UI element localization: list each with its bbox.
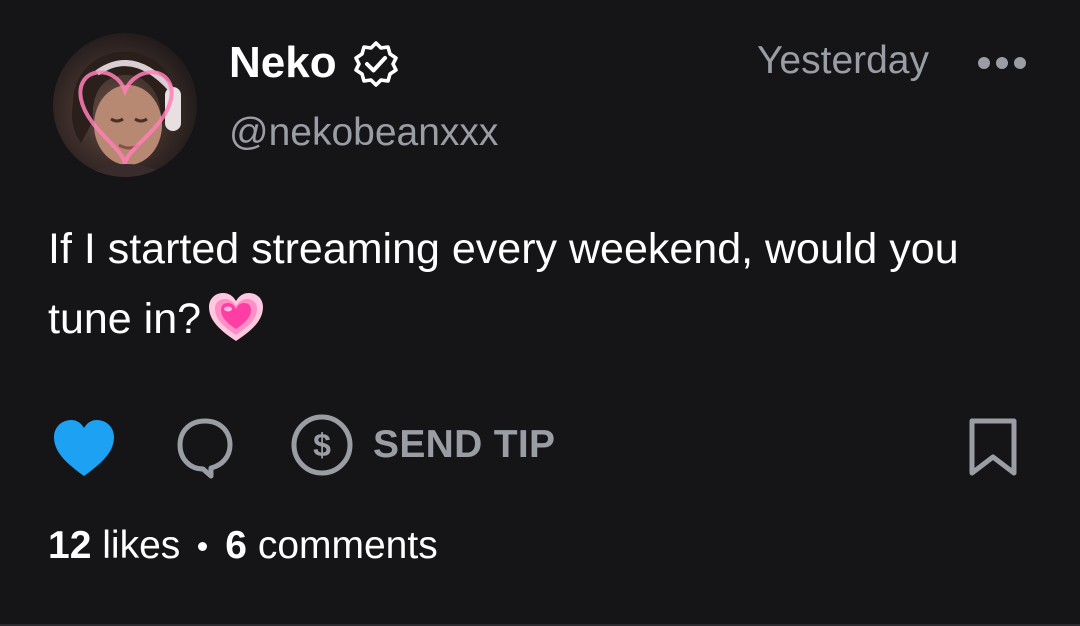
bookmark-icon[interactable] [966,417,1020,477]
send-tip-button[interactable]: $ SEND TIP [290,412,555,478]
more-options-icon[interactable] [976,52,1028,74]
dollar-icon: $ [291,414,353,476]
likes-label[interactable]: likes [102,520,180,572]
svg-text:$: $ [313,427,331,463]
post-timestamp: Yesterday [756,39,929,82]
post-card: Neko @nekobeanxxx Yesterday If I started… [0,0,1080,626]
comments-count[interactable]: 6 [225,520,247,572]
post-text: If I started streaming every weekend, wo… [48,225,959,343]
comment-icon[interactable] [175,416,235,480]
growing-heart-emoji-icon [209,293,264,341]
display-name[interactable]: Neko [229,38,337,88]
post-stats: 12 likes 6 comments [48,520,438,572]
avatar[interactable] [53,33,197,177]
avatar-photo-icon [71,51,181,177]
separator-dot [198,541,208,551]
user-handle[interactable]: @nekobeanxxx [229,110,498,156]
like-heart-icon[interactable] [52,418,116,478]
likes-count[interactable]: 12 [48,520,91,572]
comments-label[interactable]: comments [258,520,438,572]
post-body: If I started streaming every weekend, wo… [48,214,1008,354]
send-tip-label: SEND TIP [373,423,556,466]
verified-badge-icon [354,41,398,87]
